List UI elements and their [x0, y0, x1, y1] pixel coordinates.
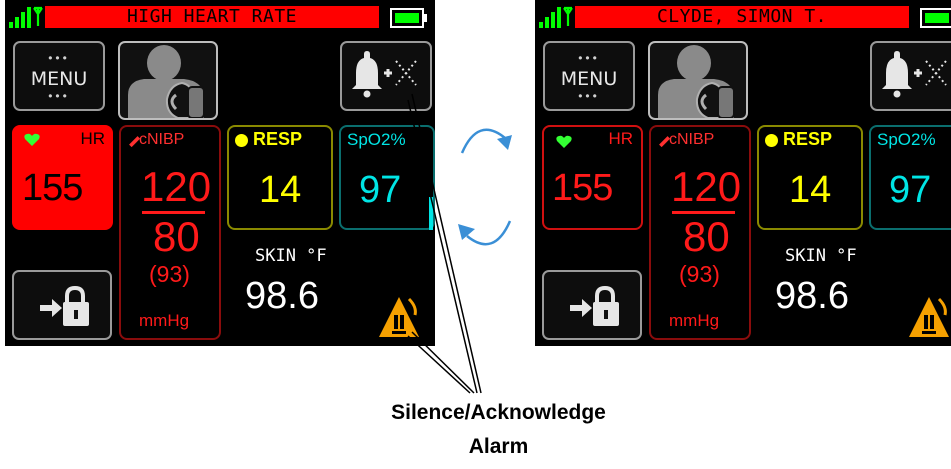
callout-line1: Silence/Acknowledge [391, 401, 606, 424]
callout-label: Silence/Acknowledge Alarm [326, 396, 671, 464]
callout-line2: Alarm [468, 435, 529, 458]
